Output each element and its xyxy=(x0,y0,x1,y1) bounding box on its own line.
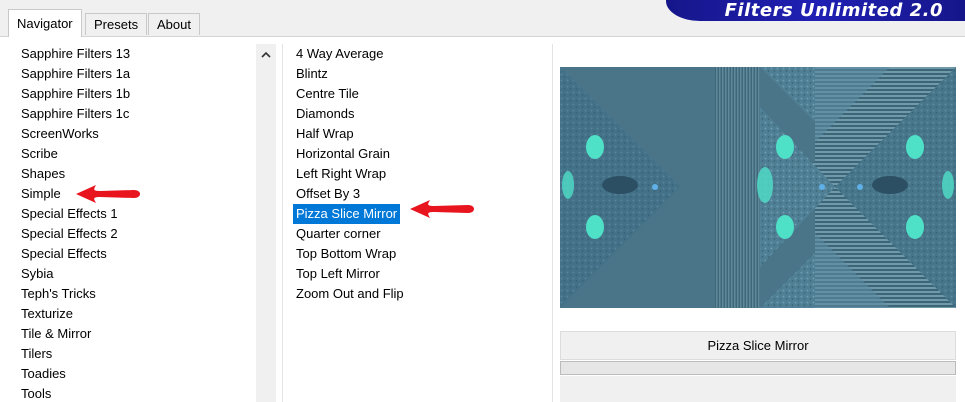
category-item[interactable]: Special Effects xyxy=(18,244,110,264)
category-item[interactable]: Shapes xyxy=(18,164,68,184)
filter-name-label: Pizza Slice Mirror xyxy=(707,338,809,353)
red-arrow-icon xyxy=(76,185,140,203)
category-item[interactable]: Scribe xyxy=(18,144,61,164)
category-item[interactable]: ScreenWorks xyxy=(18,124,102,144)
tab-presets[interactable]: Presets xyxy=(85,13,148,35)
filter-item[interactable]: Quarter corner xyxy=(293,224,384,244)
filter-item[interactable]: 4 Way Average xyxy=(293,44,386,64)
category-item[interactable]: Tilers xyxy=(18,344,55,364)
category-item[interactable]: Sapphire Filters 1c xyxy=(18,104,132,124)
list-divider xyxy=(282,44,283,402)
category-item[interactable]: Tile & Mirror xyxy=(18,324,94,344)
category-scrollbar[interactable] xyxy=(256,44,276,402)
filter-item[interactable]: Offset By 3 xyxy=(293,184,363,204)
preview-image xyxy=(560,67,956,308)
filter-item[interactable]: Centre Tile xyxy=(293,84,362,104)
tab-navigator[interactable]: Navigator xyxy=(8,9,82,37)
app-title: Filters Unlimited 2.0 xyxy=(724,0,943,21)
red-arrow-icon xyxy=(410,200,474,218)
filter-item[interactable]: Top Bottom Wrap xyxy=(293,244,399,264)
filter-item[interactable]: Top Left Mirror xyxy=(293,264,383,284)
chevron-up-icon xyxy=(261,51,271,58)
preview-divider xyxy=(552,44,553,402)
category-item[interactable]: Teph's Tricks xyxy=(18,284,99,304)
filter-name-box: Pizza Slice Mirror xyxy=(560,331,956,360)
category-item[interactable]: Tools xyxy=(18,384,54,402)
filter-item[interactable]: Horizontal Grain xyxy=(293,144,393,164)
controls-area xyxy=(560,376,956,402)
filter-item[interactable]: Blintz xyxy=(293,64,331,84)
category-item[interactable]: Sybia xyxy=(18,264,57,284)
category-item[interactable]: Special Effects 1 xyxy=(18,204,121,224)
category-item[interactable]: Toadies xyxy=(18,364,69,384)
filter-item[interactable]: Zoom Out and Flip xyxy=(293,284,407,304)
category-item[interactable]: Sapphire Filters 1b xyxy=(18,84,133,104)
scroll-up-button[interactable] xyxy=(256,44,276,64)
category-item[interactable]: Sapphire Filters 13 xyxy=(18,44,133,64)
filter-item[interactable]: Diamonds xyxy=(293,104,358,124)
category-item[interactable]: Texturize xyxy=(18,304,76,324)
category-item[interactable]: Special Effects 2 xyxy=(18,224,121,244)
filter-item[interactable]: Half Wrap xyxy=(293,124,357,144)
progress-bar xyxy=(560,361,956,375)
category-item-selected[interactable]: Simple xyxy=(18,184,64,204)
category-item[interactable]: Sapphire Filters 1a xyxy=(18,64,133,84)
filter-item[interactable]: Left Right Wrap xyxy=(293,164,389,184)
filter-item-selected[interactable]: Pizza Slice Mirror xyxy=(293,204,401,224)
preview-render xyxy=(560,67,956,308)
title-banner: Filters Unlimited 2.0 xyxy=(666,0,965,21)
tab-about[interactable]: About xyxy=(148,13,200,35)
